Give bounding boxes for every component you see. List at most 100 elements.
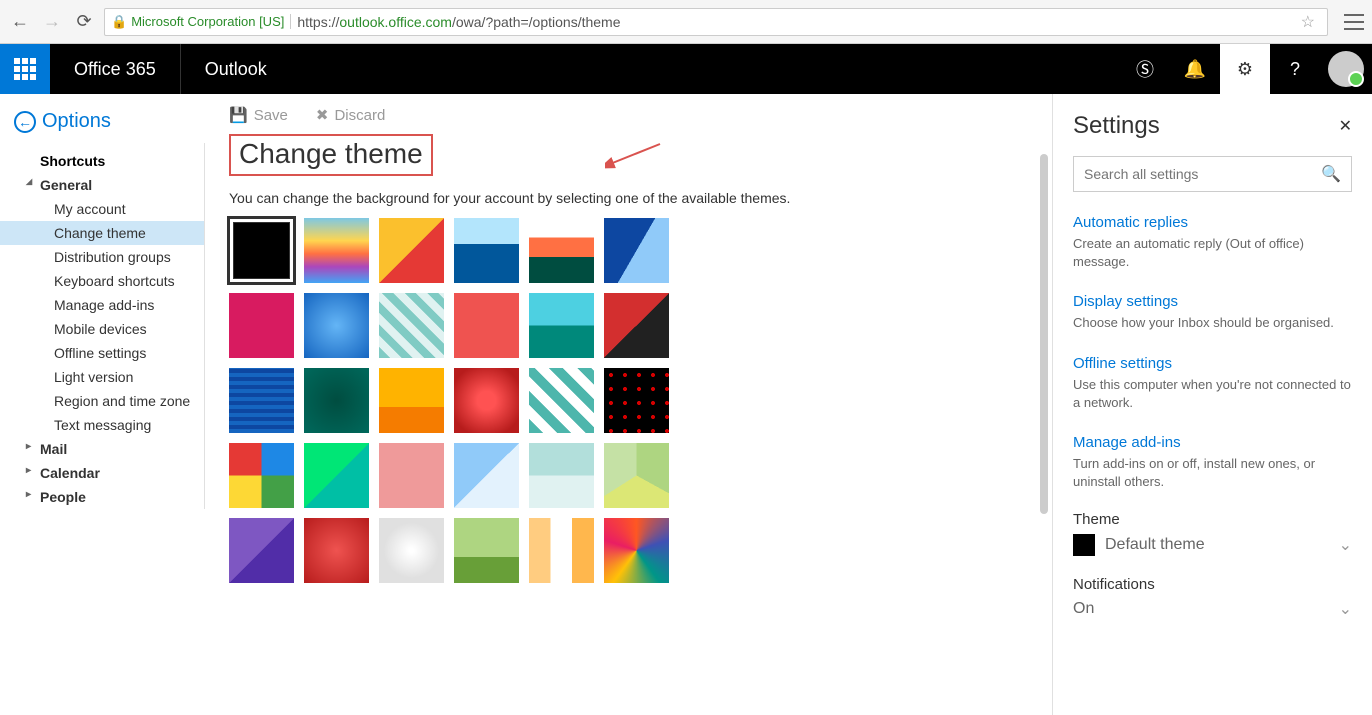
discard-icon: ✖ xyxy=(316,106,329,124)
theme-tile[interactable] xyxy=(379,443,444,508)
theme-tile[interactable] xyxy=(304,443,369,508)
theme-tile[interactable] xyxy=(604,443,669,508)
main-content: 💾 Save ✖ Discard Change theme You can ch… xyxy=(205,94,1052,715)
sidebar-mail[interactable]: Mail xyxy=(0,437,204,461)
callout-arrow-icon xyxy=(605,142,665,172)
theme-tile[interactable] xyxy=(229,443,294,508)
url-scheme: https:// xyxy=(297,14,339,30)
verified-org: Microsoft Corporation [US] xyxy=(131,14,291,29)
sidebar-item-keyboard[interactable]: Keyboard shortcuts xyxy=(0,269,204,293)
theme-tile[interactable] xyxy=(604,368,669,433)
sidebar-item-distribution[interactable]: Distribution groups xyxy=(0,245,204,269)
settings-sub: Turn add-ins on or off, install new ones… xyxy=(1073,455,1352,491)
star-icon[interactable]: ☆ xyxy=(1295,12,1321,32)
options-label: Options xyxy=(42,110,111,133)
theme-tile[interactable] xyxy=(379,368,444,433)
theme-tile[interactable] xyxy=(304,218,369,283)
url-path: /owa/?path=/options/theme xyxy=(452,14,621,30)
url-bar[interactable]: 🔒 Microsoft Corporation [US] https://out… xyxy=(104,8,1328,36)
toolbar: 💾 Save ✖ Discard xyxy=(229,106,1028,124)
notifications-label: Notifications xyxy=(1073,576,1352,593)
chevron-down-icon: ⌄ xyxy=(1339,599,1352,619)
skype-icon[interactable]: Ⓢ xyxy=(1120,44,1170,94)
app-label[interactable]: Outlook xyxy=(181,59,291,80)
settings-gear-icon[interactable]: ⚙ xyxy=(1220,44,1270,94)
options-sidebar: Shortcuts General My account Change them… xyxy=(0,143,205,509)
sidebar-item-addins[interactable]: Manage add-ins xyxy=(0,293,204,317)
theme-tile[interactable] xyxy=(529,518,594,583)
notifications-icon[interactable]: 🔔 xyxy=(1170,44,1220,94)
search-icon[interactable]: 🔍 xyxy=(1321,164,1341,184)
theme-tile[interactable] xyxy=(229,518,294,583)
theme-tile[interactable] xyxy=(529,443,594,508)
theme-tile[interactable] xyxy=(454,518,519,583)
close-icon[interactable]: ✕ xyxy=(1339,116,1352,136)
discard-label: Discard xyxy=(334,107,385,124)
settings-block: Offline settingsUse this computer when y… xyxy=(1073,355,1352,412)
settings-link[interactable]: Display settings xyxy=(1073,293,1352,310)
theme-tile[interactable] xyxy=(379,218,444,283)
theme-value: Default theme xyxy=(1105,536,1205,554)
settings-search[interactable]: 🔍 xyxy=(1073,156,1352,192)
theme-label: Theme xyxy=(1073,511,1352,528)
theme-tile[interactable] xyxy=(229,368,294,433)
save-icon: 💾 xyxy=(229,106,248,124)
settings-block: Automatic replies Create an automatic rep… xyxy=(1073,214,1352,271)
theme-tile[interactable] xyxy=(454,293,519,358)
theme-tile[interactable] xyxy=(454,368,519,433)
theme-tile[interactable] xyxy=(454,443,519,508)
sidebar-item-text[interactable]: Text messaging xyxy=(0,413,204,437)
theme-tile[interactable] xyxy=(604,293,669,358)
browser-menu-icon[interactable] xyxy=(1344,14,1364,30)
save-label: Save xyxy=(254,107,288,124)
settings-search-input[interactable] xyxy=(1084,166,1321,182)
back-button[interactable]: ← xyxy=(8,10,32,34)
sidebar-general[interactable]: General xyxy=(0,173,204,197)
sidebar-item-light[interactable]: Light version xyxy=(0,365,204,389)
theme-tile[interactable] xyxy=(529,293,594,358)
theme-tile[interactable] xyxy=(529,368,594,433)
brand-label[interactable]: Office 365 xyxy=(50,44,181,94)
sidebar-item-my-account[interactable]: My account xyxy=(0,197,204,221)
chevron-down-icon: ⌄ xyxy=(1339,535,1352,555)
notifications-selector[interactable]: On ⌄ xyxy=(1073,599,1352,619)
o365-header: Office 365 Outlook Ⓢ 🔔 ⚙ ? xyxy=(0,44,1372,94)
page-title: Change theme xyxy=(229,134,433,176)
settings-link[interactable]: Manage add-ins xyxy=(1073,434,1352,451)
theme-tile[interactable] xyxy=(379,518,444,583)
settings-link[interactable]: Automatic replies xyxy=(1073,214,1352,231)
settings-block: Manage add-ins Turn add-ins on or off, in… xyxy=(1073,434,1352,491)
theme-selector[interactable]: Default theme ⌄ xyxy=(1073,534,1352,556)
theme-tile[interactable] xyxy=(454,218,519,283)
reload-button[interactable]: ⟳ xyxy=(72,10,96,34)
theme-tile[interactable] xyxy=(604,518,669,583)
app-launcher-icon[interactable] xyxy=(0,44,50,94)
sidebar-calendar[interactable]: Calendar xyxy=(0,461,204,485)
theme-tile[interactable] xyxy=(604,218,669,283)
url-host: outlook.office.com xyxy=(339,14,452,30)
settings-link[interactable]: Offline settings xyxy=(1073,355,1352,372)
sidebar-item-change-theme[interactable]: Change theme xyxy=(0,221,204,245)
save-button[interactable]: 💾 Save xyxy=(229,106,288,124)
help-icon[interactable]: ? xyxy=(1270,44,1320,94)
sidebar-item-region[interactable]: Region and time zone xyxy=(0,389,204,413)
theme-tile[interactable] xyxy=(229,293,294,358)
theme-tile[interactable] xyxy=(304,368,369,433)
forward-button[interactable]: → xyxy=(40,10,64,34)
sidebar-item-offline[interactable]: Offline settings xyxy=(0,341,204,365)
sidebar-item-mobile[interactable]: Mobile devices xyxy=(0,317,204,341)
back-arrow-icon: ← xyxy=(14,111,36,133)
settings-title: Settings xyxy=(1073,112,1352,140)
sidebar-people[interactable]: People xyxy=(0,485,204,509)
theme-tile[interactable] xyxy=(379,293,444,358)
sidebar-shortcuts[interactable]: Shortcuts xyxy=(0,149,204,173)
discard-button[interactable]: ✖ Discard xyxy=(316,106,385,124)
theme-tile[interactable] xyxy=(529,218,594,283)
options-back-link[interactable]: ← Options xyxy=(14,110,111,133)
theme-tile[interactable] xyxy=(229,218,294,283)
scrollbar-thumb[interactable] xyxy=(1040,154,1048,514)
avatar[interactable] xyxy=(1328,51,1364,87)
theme-tile[interactable] xyxy=(304,518,369,583)
theme-tile[interactable] xyxy=(304,293,369,358)
settings-sub: Create an automatic reply (Out of office… xyxy=(1073,235,1352,271)
